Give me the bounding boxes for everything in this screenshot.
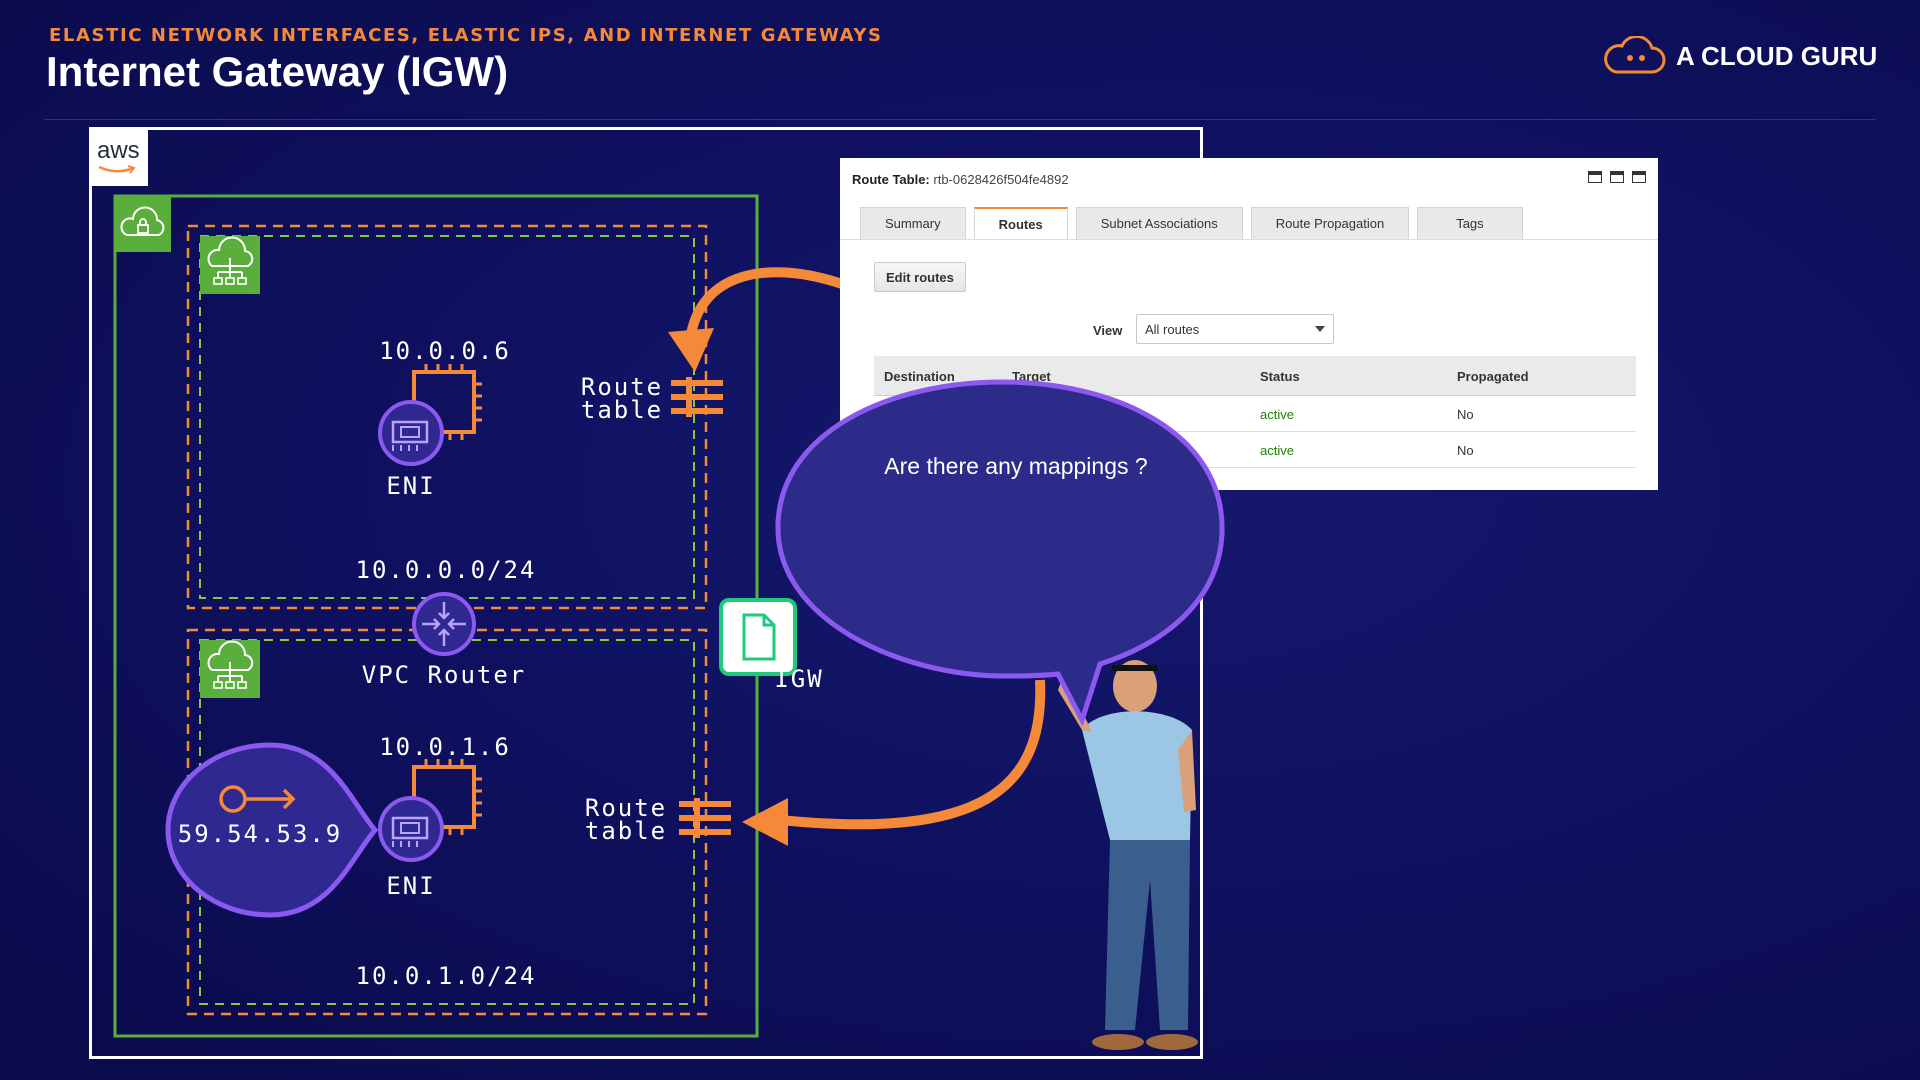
tab-subnet-associations[interactable]: Subnet Associations — [1075, 207, 1243, 239]
route-table1-label-line2: table — [580, 396, 664, 424]
restore-icon[interactable] — [1610, 171, 1624, 183]
view-select[interactable]: All routes — [1136, 314, 1334, 344]
window-controls — [1588, 171, 1646, 183]
row-propagated: No — [1457, 407, 1474, 422]
vpc-router-icon — [412, 592, 476, 656]
route-table1-icon — [671, 377, 723, 417]
tab-routes[interactable]: Routes — [973, 207, 1068, 239]
view-label: View — [1093, 323, 1123, 338]
tab-tags[interactable]: Tags — [1417, 207, 1523, 239]
route-table-title: Route Table: rtb-0628426f504fe4892 — [852, 172, 1069, 187]
igw-document-icon — [719, 598, 797, 676]
subnet1-instance-ip: 10.0.0.6 — [379, 337, 511, 365]
tab-route-propagation[interactable]: Route Propagation — [1250, 207, 1410, 239]
route-table-tabs: Summary Routes Subnet Associations Route… — [860, 207, 1523, 239]
vpc-router-label: VPC Router — [361, 661, 527, 689]
route-table2-icon — [679, 798, 731, 838]
table-row[interactable]: active No — [874, 396, 1636, 432]
column-status[interactable]: Status — [1260, 369, 1300, 384]
view-select-value: All routes — [1145, 321, 1200, 337]
routes-table-header: Destination Target Status Propagated — [874, 356, 1636, 396]
presenter-figure — [1058, 660, 1198, 1050]
edit-routes-button[interactable]: Edit routes — [874, 262, 966, 292]
subnet2-cidr: 10.0.1.0/24 — [355, 962, 537, 990]
row-status: active — [1260, 407, 1294, 422]
subnet1-eni-label: ENI — [386, 472, 436, 500]
column-propagated[interactable]: Propagated — [1457, 369, 1529, 384]
minimize-icon[interactable] — [1588, 171, 1602, 183]
column-target[interactable]: Target — [1012, 369, 1051, 384]
route-table-id: rtb-0628426f504fe4892 — [933, 172, 1069, 187]
igw-label: IGW — [774, 665, 824, 693]
tab-summary[interactable]: Summary — [860, 207, 966, 239]
chevron-down-icon — [1315, 326, 1325, 332]
column-destination[interactable]: Destination — [884, 369, 955, 384]
row-propagated: No — [1457, 443, 1474, 458]
route-table2-label-line2: table — [584, 817, 668, 845]
row-status: active — [1260, 443, 1294, 458]
eni1-icon — [378, 400, 444, 466]
eni2-icon — [378, 796, 444, 862]
tabs-divider — [840, 239, 1658, 240]
elastic-ip-address: 59.54.53.9 — [177, 820, 343, 848]
maximize-icon[interactable] — [1632, 171, 1646, 183]
subnet2-instance-ip: 10.0.1.6 — [379, 733, 511, 761]
subnet1-cidr: 10.0.0.0/24 — [355, 556, 537, 584]
route-table-window: Route Table: rtb-0628426f504fe4892 Summa… — [840, 158, 1658, 490]
arrow-to-route-table2 — [779, 679, 1046, 830]
subnet2-eni-label: ENI — [386, 872, 436, 900]
speech-bubble-text: Are there any mappings ? — [884, 453, 1148, 479]
